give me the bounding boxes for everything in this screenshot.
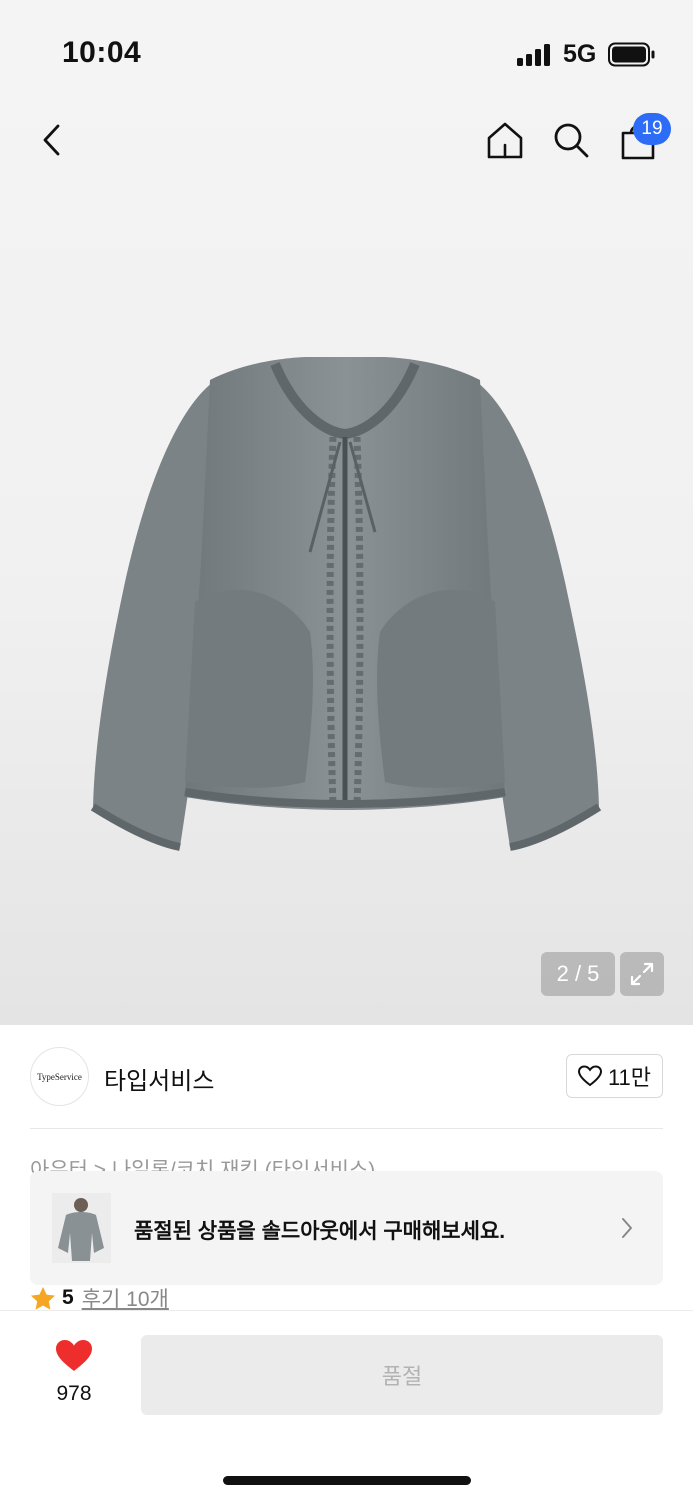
product-image[interactable] xyxy=(85,352,605,852)
search-button[interactable] xyxy=(547,116,595,164)
brand-logo[interactable]: TypeService xyxy=(30,1047,89,1106)
soldout-buy-button[interactable]: 품절 xyxy=(141,1335,663,1415)
brand-like-button[interactable]: 11만 xyxy=(566,1054,663,1098)
status-bar: 10:04 5G xyxy=(0,0,693,100)
bottom-action-bar: 978 품절 xyxy=(0,1310,693,1500)
heart-outline-icon xyxy=(577,1065,602,1087)
wish-button[interactable]: 978 xyxy=(40,1339,108,1406)
brand-like-count: 11만 xyxy=(607,1065,652,1090)
banner-text: 품절된 상품을 솔드아웃에서 구매해보세요. xyxy=(134,1220,506,1243)
heart-filled-icon xyxy=(56,1340,92,1371)
soldout-banner[interactable]: 품절된 상품을 솔드아웃에서 구매해보세요. xyxy=(30,1171,663,1285)
expand-icon xyxy=(630,962,654,986)
image-counter: 2 / 5 xyxy=(541,952,615,996)
banner-thumbnail xyxy=(52,1193,111,1263)
wish-count: 978 xyxy=(56,1382,92,1405)
rating-row: 5 후기 10개 xyxy=(30,1283,169,1313)
chevron-right-icon xyxy=(622,1218,632,1238)
review-link[interactable]: 후기 10개 xyxy=(82,1283,169,1313)
rating-score: 5 xyxy=(62,1286,74,1309)
home-button[interactable] xyxy=(481,116,529,164)
divider xyxy=(30,1128,663,1129)
home-indicator xyxy=(223,1476,471,1485)
brand-name[interactable]: 타입서비스 xyxy=(104,1061,214,1096)
battery-icon xyxy=(608,42,655,67)
home-icon xyxy=(487,122,523,159)
network-label: 5G xyxy=(563,40,597,68)
signal-icon xyxy=(517,44,555,66)
cart-count-badge: 19 xyxy=(633,113,671,145)
back-button[interactable] xyxy=(28,116,76,164)
expand-button[interactable] xyxy=(620,952,664,996)
product-image-gallery[interactable]: 10:04 5G 19 2 / 5 xyxy=(0,0,693,1025)
status-time: 10:04 xyxy=(62,36,142,69)
star-icon xyxy=(31,1286,55,1310)
back-icon xyxy=(43,124,60,156)
search-icon xyxy=(554,123,589,158)
